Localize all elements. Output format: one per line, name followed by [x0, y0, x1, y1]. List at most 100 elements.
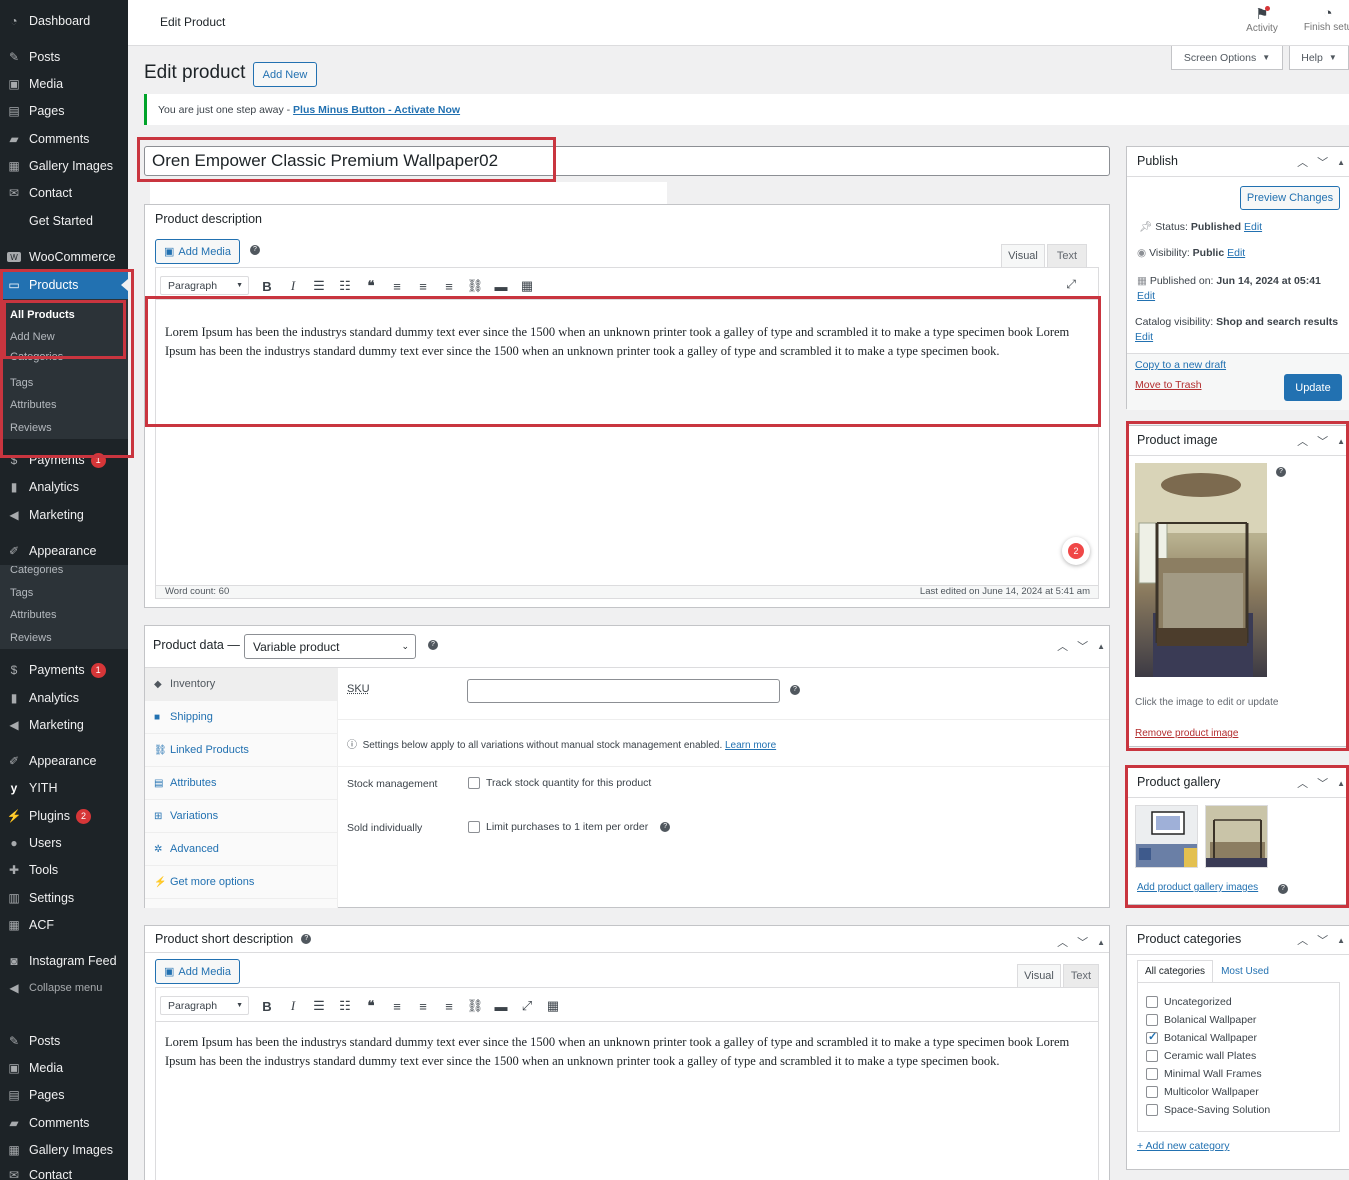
category-item[interactable]: Bolanical Wallpaper: [1146, 1014, 1256, 1026]
add-gallery-images-link[interactable]: Add product gallery images: [1137, 882, 1258, 893]
checkbox[interactable]: [1146, 1068, 1158, 1080]
menu-instagram-feed[interactable]: ◙ Instagram Feed: [0, 948, 128, 974]
submenu-add-new[interactable]: Add New: [0, 327, 128, 347]
menu-gallery-images-2[interactable]: ▦ Gallery Images: [0, 1137, 128, 1163]
checkbox[interactable]: [1146, 996, 1158, 1008]
align-right-icon[interactable]: ≡: [436, 999, 462, 1014]
sku-input[interactable]: [467, 679, 780, 703]
menu-payments[interactable]: $ Payments 1: [0, 657, 128, 683]
bold-icon[interactable]: B: [254, 999, 280, 1014]
menu-marketing-2[interactable]: ◀ Marketing: [0, 712, 128, 738]
checkbox[interactable]: [1146, 1050, 1158, 1062]
menu-users[interactable]: ● Users: [0, 830, 128, 856]
help-icon[interactable]: ?: [1278, 884, 1288, 894]
toggle-panel-icon[interactable]: ▲: [1337, 437, 1345, 446]
collapse-menu[interactable]: ◀ Collapse menu: [0, 975, 128, 1001]
menu-pages-2[interactable]: ▤ Pages: [0, 1082, 128, 1108]
edit-status-link[interactable]: Edit: [1244, 221, 1262, 233]
chevron-down-icon[interactable]: ﹀: [1317, 154, 1328, 170]
menu-media[interactable]: ▣ Media: [0, 71, 128, 97]
numbered-list-icon[interactable]: ☷: [332, 998, 358, 1014]
edit-visibility-link[interactable]: Edit: [1227, 247, 1245, 259]
category-item[interactable]: Ceramic wall Plates: [1146, 1050, 1256, 1062]
help-icon[interactable]: ?: [428, 640, 438, 650]
add-new-button[interactable]: Add New: [253, 62, 317, 87]
menu-comments[interactable]: ▰ Comments: [0, 126, 128, 152]
align-left-icon[interactable]: ≡: [384, 279, 410, 294]
gallery-image-1[interactable]: [1135, 805, 1198, 868]
link-icon[interactable]: ⛓: [462, 998, 488, 1014]
numbered-list-icon[interactable]: ☷: [332, 278, 358, 294]
link-icon[interactable]: ⛓: [462, 278, 488, 294]
menu-payments-overlap[interactable]: $ Payments 1: [0, 452, 128, 468]
add-media-button[interactable]: ▣ Add Media: [155, 239, 240, 264]
menu-media-2[interactable]: ▣ Media: [0, 1055, 128, 1081]
tab-text[interactable]: Text: [1047, 244, 1087, 267]
chevron-up-icon[interactable]: ︿: [1057, 638, 1068, 654]
menu-posts-2[interactable]: ✎ Posts: [0, 1028, 128, 1054]
quote-icon[interactable]: ❝: [358, 998, 384, 1014]
tab-visual[interactable]: Visual: [1001, 244, 1045, 267]
edit-catalog-link[interactable]: Edit: [1135, 331, 1153, 343]
update-button[interactable]: Update: [1284, 374, 1342, 401]
help-icon[interactable]: ?: [660, 822, 671, 832]
submenu2-tags[interactable]: Tags: [0, 583, 128, 603]
chevron-up-icon[interactable]: ︿: [1297, 154, 1308, 170]
read-more-icon[interactable]: ▬: [488, 279, 514, 294]
category-item[interactable]: Multicolor Wallpaper: [1146, 1086, 1259, 1098]
tab-all-categories[interactable]: All categories: [1137, 960, 1213, 982]
category-item[interactable]: Uncategorized: [1146, 996, 1232, 1008]
menu-posts[interactable]: ✎ Posts: [0, 44, 128, 70]
menu-marketing[interactable]: ◀ Marketing: [0, 502, 128, 528]
sold-individually-checkbox[interactable]: Limit purchases to 1 item per order?: [468, 821, 671, 833]
chevron-down-icon[interactable]: ﹀: [1077, 934, 1088, 950]
grammar-button[interactable]: 2: [1062, 537, 1090, 565]
activity-button[interactable]: ⚑ Activity: [1240, 5, 1284, 34]
chevron-up-icon[interactable]: ︿: [1297, 932, 1308, 948]
menu-appearance-2[interactable]: ✐ Appearance: [0, 748, 128, 774]
menu-woocommerce[interactable]: W WooCommerce: [0, 244, 128, 270]
checkbox[interactable]: [1146, 1104, 1158, 1116]
submenu-reviews[interactable]: Reviews: [0, 418, 128, 438]
tab-most-used[interactable]: Most Used: [1215, 960, 1275, 982]
submenu2-attributes[interactable]: Attributes: [0, 605, 128, 625]
fullscreen-icon[interactable]: ⤢: [514, 998, 540, 1014]
edit-date-link[interactable]: Edit: [1137, 290, 1155, 302]
toolbar-toggle-icon[interactable]: ▦: [540, 998, 566, 1014]
short-tab-visual[interactable]: Visual: [1017, 964, 1061, 987]
submenu-all-products[interactable]: All Products: [0, 305, 128, 325]
chevron-down-icon[interactable]: ﹀: [1077, 638, 1088, 654]
bullet-list-icon[interactable]: ☰: [306, 998, 332, 1014]
submenu-attributes[interactable]: Attributes: [0, 395, 128, 415]
align-center-icon[interactable]: ≡: [410, 999, 436, 1014]
menu-gallery-images[interactable]: ▦ Gallery Images: [0, 153, 128, 179]
tab-inventory[interactable]: ◆ Inventory: [145, 668, 337, 701]
submenu2-categories[interactable]: Categories: [0, 566, 128, 576]
menu-analytics[interactable]: ▮ Analytics: [0, 474, 128, 500]
bold-icon[interactable]: B: [254, 279, 280, 294]
menu-products[interactable]: ▭ Products: [0, 271, 128, 299]
checkbox[interactable]: [468, 777, 480, 789]
align-center-icon[interactable]: ≡: [410, 279, 436, 294]
chevron-up-icon[interactable]: ︿: [1057, 934, 1068, 950]
chevron-up-icon[interactable]: ︿: [1297, 775, 1308, 791]
product-type-select[interactable]: Variable product ⌄: [244, 634, 416, 659]
learn-more-link[interactable]: Learn more: [725, 740, 776, 751]
product-title-input[interactable]: Oren Empower Classic Premium Wallpaper02: [144, 146, 1110, 176]
description-editor[interactable]: Lorem Ipsum has been the industrys stand…: [155, 299, 1099, 586]
tab-variations[interactable]: ⊞ Variations: [145, 800, 337, 833]
category-item[interactable]: Space-Saving Solution: [1146, 1104, 1270, 1116]
tab-attributes[interactable]: ▤ Attributes: [145, 767, 337, 800]
quote-icon[interactable]: ❝: [358, 278, 384, 294]
short-description-editor[interactable]: Lorem Ipsum has been the industrys stand…: [155, 1021, 1099, 1180]
product-image[interactable]: [1135, 463, 1267, 677]
bullet-list-icon[interactable]: ☰: [306, 278, 332, 294]
toggle-panel-icon[interactable]: ▲: [1337, 936, 1345, 945]
short-tab-text[interactable]: Text: [1063, 964, 1099, 987]
short-add-media-button[interactable]: ▣ Add Media: [155, 959, 240, 984]
chevron-down-icon[interactable]: ﹀: [1317, 932, 1328, 948]
menu-contact-2[interactable]: ✉ Contact: [0, 1162, 128, 1180]
menu-tools[interactable]: ✚ Tools: [0, 857, 128, 883]
help-button[interactable]: Help ▼: [1289, 46, 1349, 70]
add-new-category-link[interactable]: + Add new category: [1137, 1140, 1230, 1152]
